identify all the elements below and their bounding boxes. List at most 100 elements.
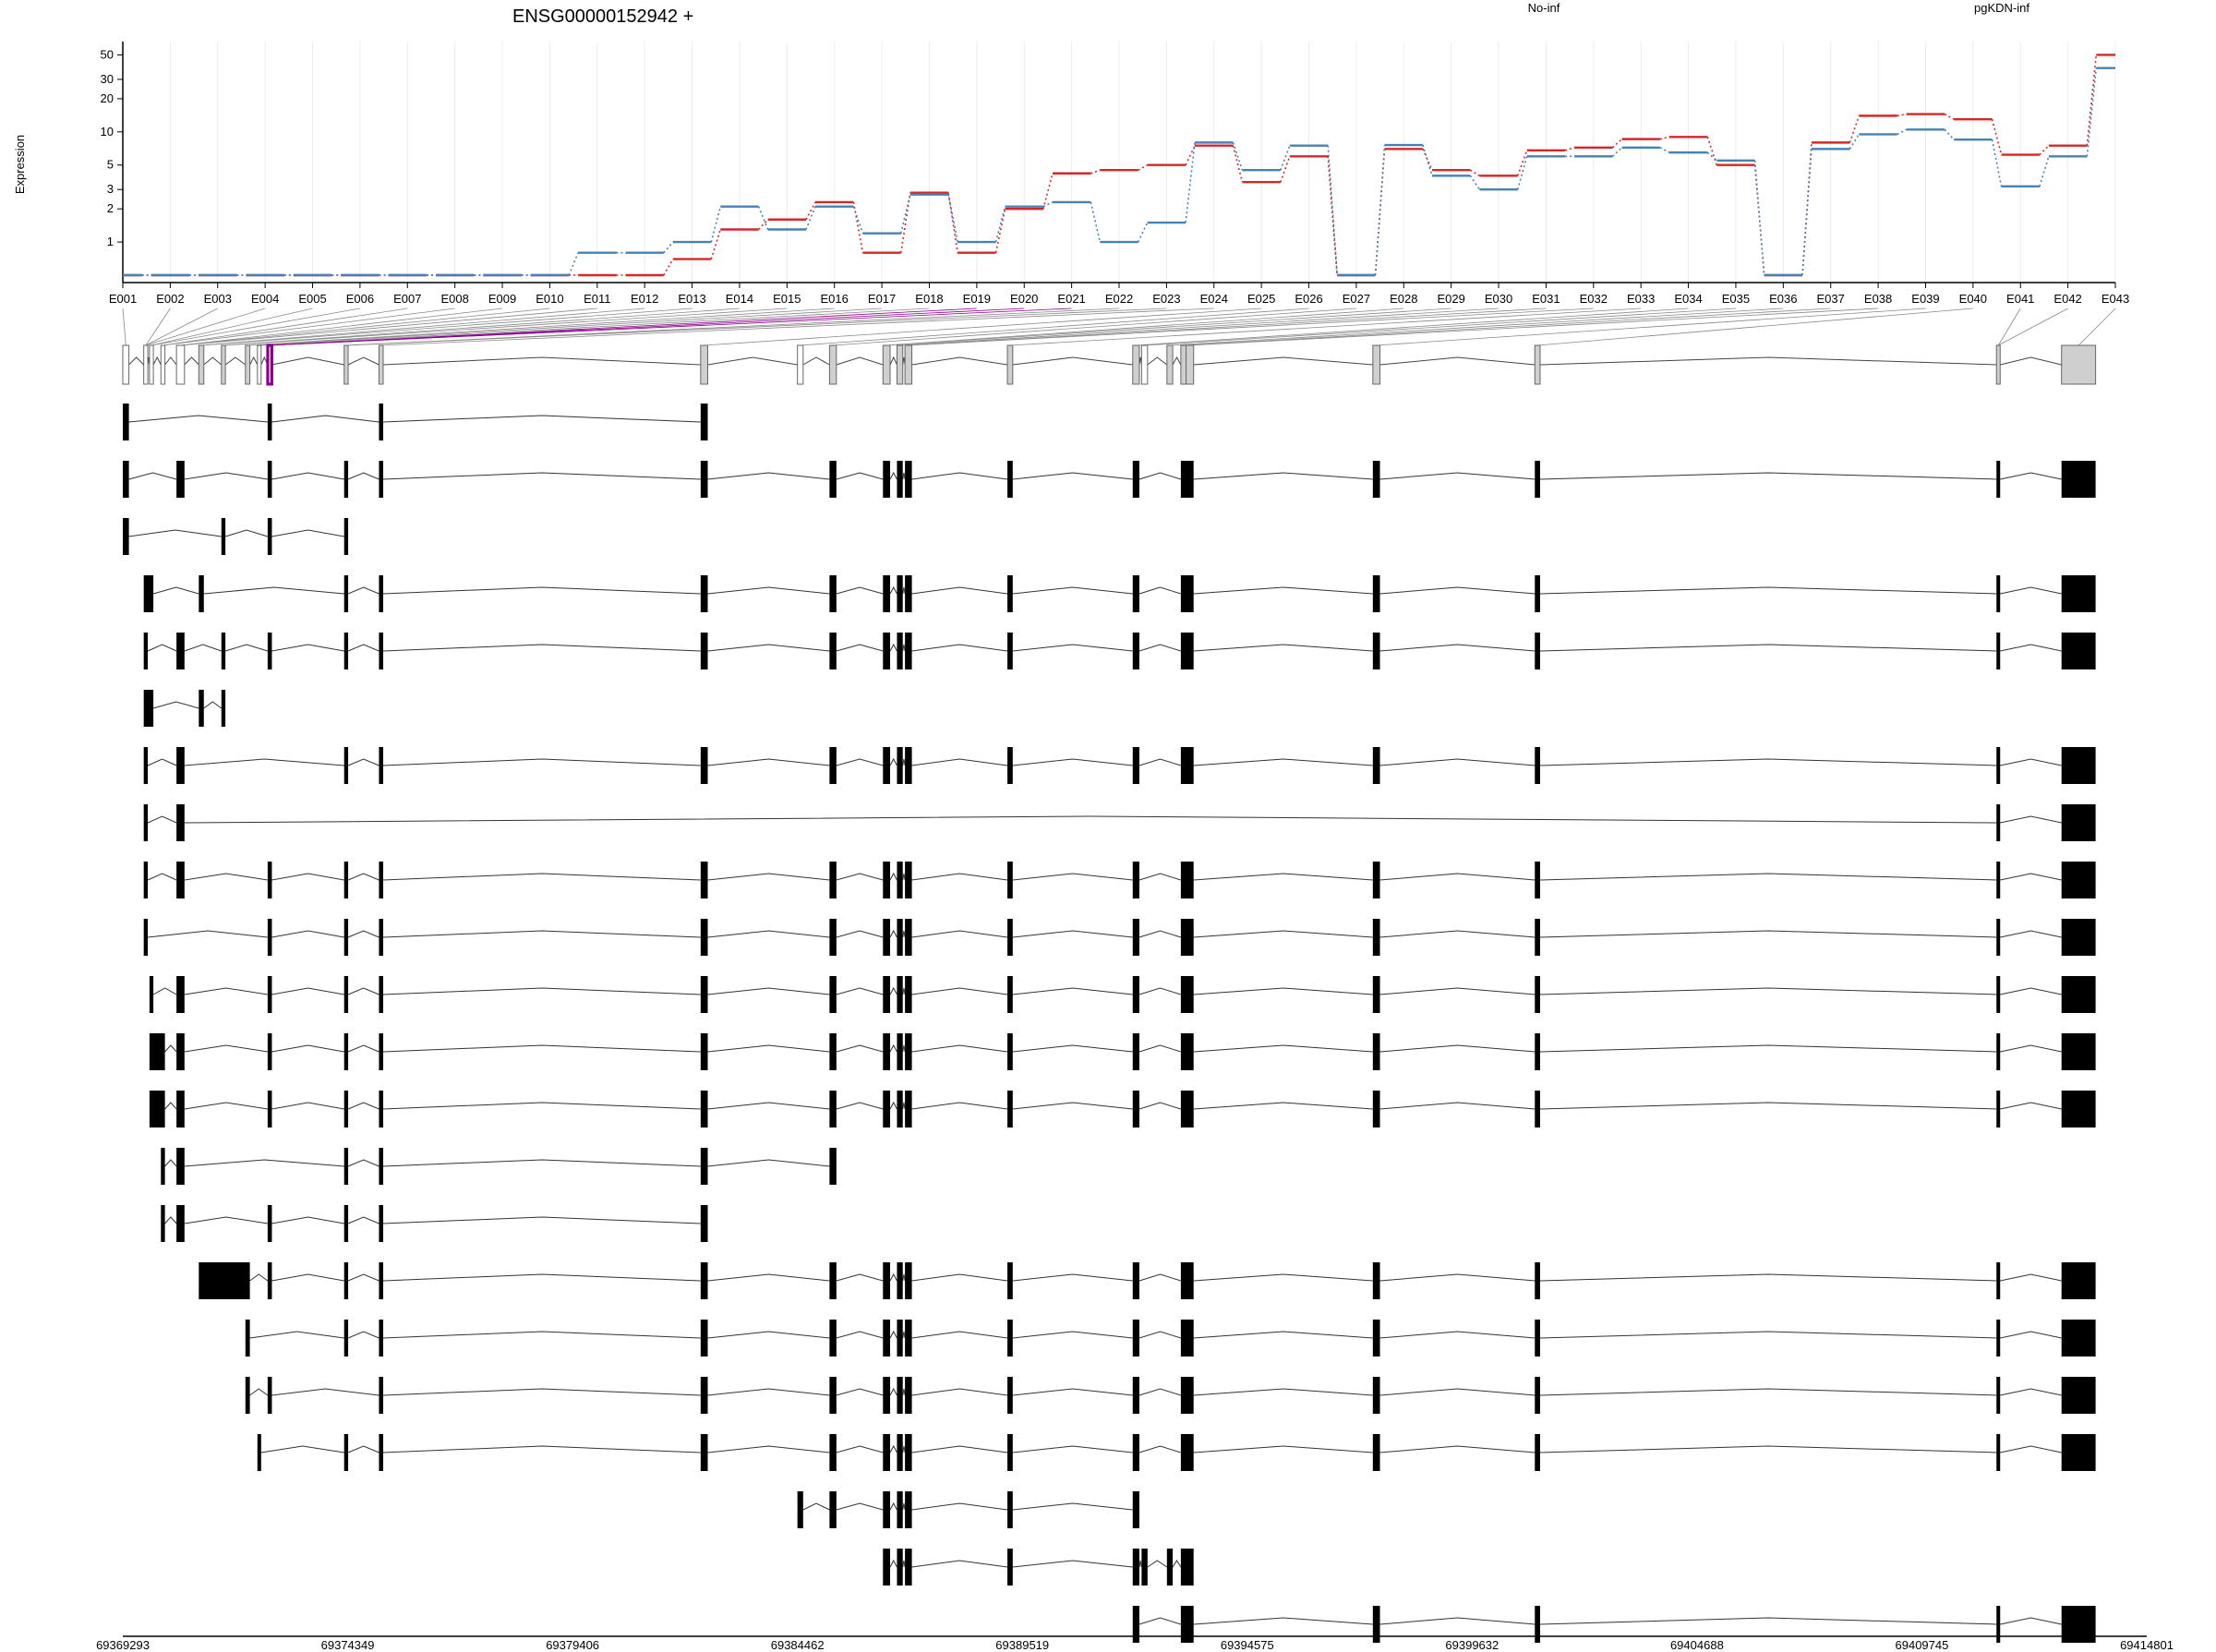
exon-connector	[201, 307, 645, 346]
transcript-exon	[379, 575, 384, 612]
transcript-exon	[343, 633, 349, 669]
transcript-intron	[1379, 1331, 1536, 1339]
series-transition	[1185, 142, 1196, 223]
transcript-exon	[1141, 1549, 1148, 1586]
transcript-exon	[883, 1033, 891, 1070]
transcript-intron	[382, 873, 701, 881]
transcript-exon	[1372, 976, 1380, 1013]
intron-line	[128, 356, 145, 366]
transcript-exon	[883, 1549, 891, 1586]
transcript-intron	[382, 758, 701, 766]
transcript-intron	[1193, 930, 1373, 938]
transcript-exon	[343, 1262, 349, 1299]
series-transition	[947, 194, 958, 243]
transcript-exon	[1372, 1320, 1380, 1357]
intron-line	[1193, 356, 1373, 366]
series-transition	[568, 252, 579, 276]
transcript-exon	[897, 919, 903, 956]
transcript-intron	[148, 930, 268, 938]
transcript-exon	[379, 1205, 384, 1242]
series-transition	[2039, 145, 2050, 156]
transcript-intron	[2000, 1331, 2062, 1339]
x-tick-label: E035	[1722, 292, 1750, 306]
transcript-exon	[149, 1033, 165, 1070]
transcript-exon	[1996, 1377, 2001, 1414]
transcript-exon	[1535, 1434, 1540, 1471]
transcript-intron	[1539, 1388, 1997, 1396]
transcript-exon	[1535, 1091, 1540, 1127]
x-tick-label: E025	[1247, 292, 1275, 306]
transcript-intron	[1193, 1445, 1373, 1453]
y-axis: 1 2 3 5 10 20 30 50	[101, 42, 124, 283]
transcript-intron	[836, 987, 884, 995]
series-transition	[852, 201, 864, 253]
transcript-intron	[184, 1044, 268, 1053]
transcript-row	[149, 1033, 2096, 1070]
transcript-exon	[1186, 862, 1194, 898]
transcript-exon	[379, 862, 384, 898]
transcript-intron	[347, 1102, 379, 1110]
transcript-exon	[1996, 747, 2001, 784]
series-transition	[994, 209, 1006, 253]
transcript-intron	[2000, 1102, 2062, 1110]
intron-line	[1012, 356, 1133, 366]
transcript-intron	[347, 758, 379, 766]
exon-connector	[1998, 307, 2068, 346]
transcript-intron	[2000, 1388, 2062, 1396]
transcript-intron	[707, 1159, 830, 1167]
transcript-exon	[379, 976, 384, 1013]
transcript-exon	[1186, 1320, 1194, 1357]
transcript-intron	[707, 987, 830, 995]
transcript-intron	[1379, 1044, 1536, 1053]
transcript-row	[199, 1262, 2096, 1299]
transcript-intron	[1379, 930, 1536, 938]
transcript-intron	[184, 815, 1997, 824]
transcript-intron	[1193, 1044, 1373, 1053]
transcript-intron	[271, 472, 344, 480]
transcript-intron	[224, 529, 269, 537]
transcript-exon	[829, 919, 837, 956]
transcript-exon	[1535, 461, 1540, 498]
transcript-exon	[343, 976, 349, 1013]
transcript-intron	[382, 987, 701, 995]
series-transition	[1659, 147, 1670, 153]
transcript-exon	[2061, 1377, 2096, 1414]
intron-line	[1379, 356, 1536, 366]
transcript-exon	[343, 919, 349, 956]
transcript-intron	[902, 1044, 906, 1053]
transcript-row	[245, 1320, 2096, 1357]
transcript-exon	[883, 1434, 891, 1471]
transcript-exon	[1132, 633, 1139, 669]
x-tick-label: E008	[440, 292, 468, 306]
transcript-intron	[836, 873, 884, 881]
genomic-tick-label: 69404688	[1670, 1638, 1724, 1652]
x-tick-label: E018	[915, 292, 943, 306]
transcript-exon	[897, 862, 903, 898]
transcript-exon	[829, 976, 837, 1013]
transcript-exon	[1535, 575, 1540, 612]
aggregate-exon	[828, 344, 837, 385]
transcript-intron	[1539, 873, 1997, 881]
transcript-intron	[203, 701, 223, 709]
transcript-intron	[836, 758, 884, 766]
transcript-exon	[1372, 1262, 1380, 1299]
x-tick-label: E038	[1864, 292, 1892, 306]
x-tick-label: E030	[1485, 292, 1512, 306]
transcript-exon	[829, 1320, 837, 1357]
x-tick-label: E007	[393, 292, 421, 306]
transcript-exon	[2061, 919, 2096, 956]
transcript-exon	[1372, 633, 1380, 669]
transcript-exon	[883, 633, 891, 669]
aggregate-exon	[1006, 344, 1014, 385]
genomic-tick-label: 69369293	[96, 1638, 150, 1652]
transcript-exon	[1372, 1434, 1380, 1471]
exon-connector	[247, 307, 835, 346]
transcript-intron	[1012, 1102, 1133, 1110]
intron-line	[1539, 356, 1997, 366]
x-tick-label: E020	[1010, 292, 1038, 306]
transcript-row	[797, 1491, 1139, 1528]
exon-connector	[122, 307, 126, 346]
intron-line	[911, 356, 1008, 366]
genomic-tick-label: 69409745	[1896, 1638, 1949, 1652]
transcript-exon	[1186, 575, 1194, 612]
